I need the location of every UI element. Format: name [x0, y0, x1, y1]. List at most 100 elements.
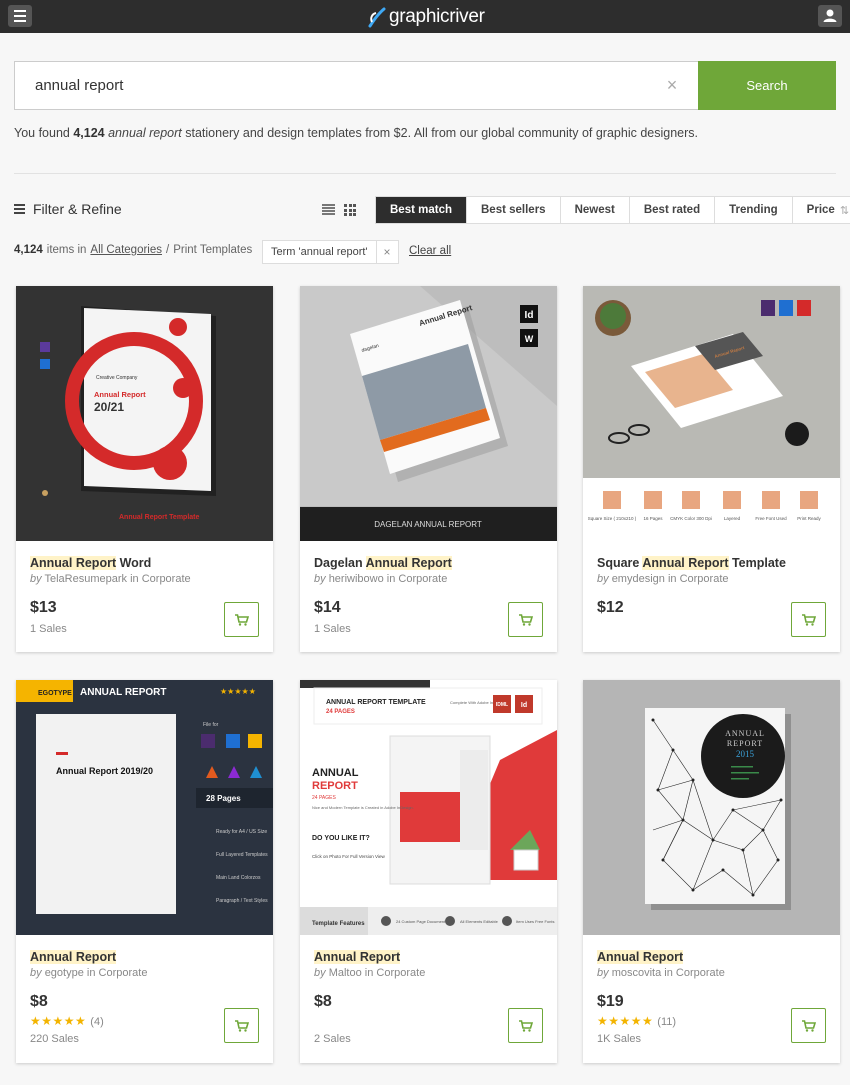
product-sales: 2 Sales — [314, 1033, 351, 1045]
thumb-circle-line1: ANNUAL — [725, 729, 765, 738]
product-thumbnail[interactable]: Creative Company Annual Report 20/21 Ann… — [16, 286, 273, 541]
product-title[interactable]: Square Annual Report Template — [597, 556, 786, 570]
product-thumbnail[interactable]: DAGELAN ANNUAL REPORT Annual Report dage… — [300, 286, 557, 541]
author-link[interactable]: moscovita — [612, 967, 662, 979]
thumbnail-image: DAGELAN ANNUAL REPORT Annual Report dage… — [300, 286, 557, 541]
thumb-body: Nice and Modern Template is Created in A… — [312, 805, 414, 810]
cart-icon — [518, 1019, 533, 1032]
clear-all-link[interactable]: Clear all — [409, 245, 451, 257]
remove-term-icon[interactable]: × — [375, 241, 398, 263]
category-link[interactable]: Corporate — [676, 967, 725, 979]
search-input[interactable] — [14, 61, 698, 110]
product-card[interactable]: Creative Company Annual Report 20/21 Ann… — [16, 286, 273, 652]
category-link[interactable]: Corporate — [376, 967, 425, 979]
filter-refine-button[interactable]: Filter & Refine — [14, 201, 122, 217]
product-author: by TelaResumepark in Corporate — [30, 573, 191, 585]
product-card[interactable]: ANNUAL REPORT 2015 Annual Report by mosc… — [583, 680, 840, 1063]
thumb-footer: Annual Report Template — [119, 514, 199, 521]
product-card[interactable]: ANNUAL REPORT TEMPLATE 24 PAGES Complete… — [300, 680, 557, 1063]
product-sales: 1 Sales — [314, 623, 351, 635]
cart-icon — [234, 613, 249, 626]
product-thumbnail[interactable]: ANNUAL REPORT TEMPLATE 24 PAGES Complete… — [300, 680, 557, 935]
cart-icon — [518, 613, 533, 626]
user-icon[interactable] — [818, 5, 842, 27]
list-view-icon[interactable] — [322, 204, 335, 215]
sort-trending[interactable]: Trending — [715, 197, 793, 223]
category-link[interactable]: Corporate — [680, 573, 729, 585]
search-bar: × Search — [14, 61, 836, 110]
product-price: $8 — [30, 993, 48, 1010]
thumb-cta: Click on Photo For Full Version View — [312, 854, 385, 859]
sort-price[interactable]: Price ⇅ — [793, 197, 850, 223]
search-button[interactable]: Search — [698, 61, 836, 110]
product-author: by emydesign in Corporate — [597, 573, 729, 585]
product-sales: 1K Sales — [597, 1033, 642, 1045]
add-to-cart-button[interactable] — [224, 602, 259, 637]
thumb-feature: All Elements Editable — [460, 919, 499, 924]
thumb-question: DO YOU LIKE IT? — [312, 835, 370, 842]
indesign-badge: Id — [525, 310, 534, 321]
author-link[interactable]: heriwibowo — [329, 573, 384, 585]
thumbnail-image: Annual Report Square Size ( 210x210 ) 16… — [583, 286, 840, 541]
all-categories-link[interactable]: All Categories — [90, 244, 162, 256]
add-to-cart-button[interactable] — [508, 602, 543, 637]
product-thumbnail[interactable]: Annual Report Square Size ( 210x210 ) 16… — [583, 286, 840, 541]
author-link[interactable]: Maltoo — [329, 967, 362, 979]
product-title[interactable]: Annual Report — [30, 950, 117, 964]
feature-label: 16 Pages — [643, 516, 663, 521]
thumb-banner: DAGELAN ANNUAL REPORT — [374, 520, 482, 529]
sort-best-sellers[interactable]: Best sellers — [467, 197, 561, 223]
product-title[interactable]: Annual Report — [597, 950, 684, 964]
hamburger-icon[interactable] — [8, 5, 32, 27]
add-to-cart-button[interactable] — [791, 1008, 826, 1043]
sort-newest[interactable]: Newest — [561, 197, 630, 223]
product-author: by egotype in Corporate — [30, 967, 148, 979]
thumb-pages: 24 PAGES — [312, 795, 336, 801]
product-author: by heriwibowo in Corporate — [314, 573, 448, 585]
review-count: (4) — [90, 1016, 104, 1028]
top-bar: graphicriver — [0, 0, 850, 33]
product-thumbnail[interactable]: EGOTYPE ANNUAL REPORT ★★★★★ Annual Repor… — [16, 680, 273, 935]
feature-label: Free Font Used — [755, 516, 787, 521]
idml-badge: IDML — [496, 702, 508, 708]
sort-arrows-icon: ⇅ — [839, 204, 850, 217]
clear-search-icon[interactable]: × — [662, 75, 682, 95]
author-link[interactable]: egotype — [45, 967, 84, 979]
rating-stars: ★★★★★ (11) — [597, 1014, 677, 1028]
thumb-feature: Item Uses Free Fonts — [516, 919, 554, 924]
logo-text: graphicriver — [389, 6, 485, 27]
thumb-big-1: ANNUAL — [312, 767, 359, 779]
add-to-cart-button[interactable] — [224, 1008, 259, 1043]
author-link[interactable]: TelaResumepark — [44, 573, 127, 585]
add-to-cart-button[interactable] — [791, 602, 826, 637]
author-link[interactable]: emydesign — [612, 573, 665, 585]
logo[interactable]: graphicriver — [366, 4, 485, 30]
product-author: by Maltoo in Corporate — [314, 967, 426, 979]
thumbnail-image: ANNUAL REPORT TEMPLATE 24 PAGES Complete… — [300, 680, 557, 935]
sort-best-rated[interactable]: Best rated — [630, 197, 716, 223]
category-link[interactable]: Corporate — [142, 573, 191, 585]
word-badge: W — [525, 334, 534, 344]
print-templates-link[interactable]: Print Templates — [173, 244, 252, 256]
category-link[interactable]: Corporate — [99, 967, 148, 979]
product-card[interactable]: DAGELAN ANNUAL REPORT Annual Report dage… — [300, 286, 557, 652]
items-in-label: items in — [46, 244, 87, 256]
thumb-feature: Paragraph / Text Styles — [216, 898, 268, 904]
cart-icon — [801, 1019, 816, 1032]
product-title[interactable]: Dagelan Annual Report — [314, 556, 452, 570]
add-to-cart-button[interactable] — [508, 1008, 543, 1043]
rating-stars: ★★★★★ (4) — [30, 1014, 104, 1028]
sort-best-match[interactable]: Best match — [376, 197, 467, 223]
grid-view-icon[interactable] — [344, 204, 356, 216]
cart-icon — [234, 1019, 249, 1032]
product-title[interactable]: Annual Report Word — [30, 556, 151, 570]
product-thumbnail[interactable]: ANNUAL REPORT 2015 — [583, 680, 840, 935]
product-card[interactable]: EGOTYPE ANNUAL REPORT ★★★★★ Annual Repor… — [16, 680, 273, 1063]
product-title[interactable]: Annual Report — [314, 950, 401, 964]
product-card[interactable]: Annual Report Square Size ( 210x210 ) 16… — [583, 286, 840, 652]
thumb-label: Annual Report — [94, 390, 146, 399]
category-link[interactable]: Corporate — [398, 573, 447, 585]
thumb-file-types: File for — [203, 722, 219, 728]
term-filter-chip: Term 'annual report' × — [262, 240, 399, 264]
feature-label: CMYK Color 300 Dpi — [670, 516, 712, 521]
